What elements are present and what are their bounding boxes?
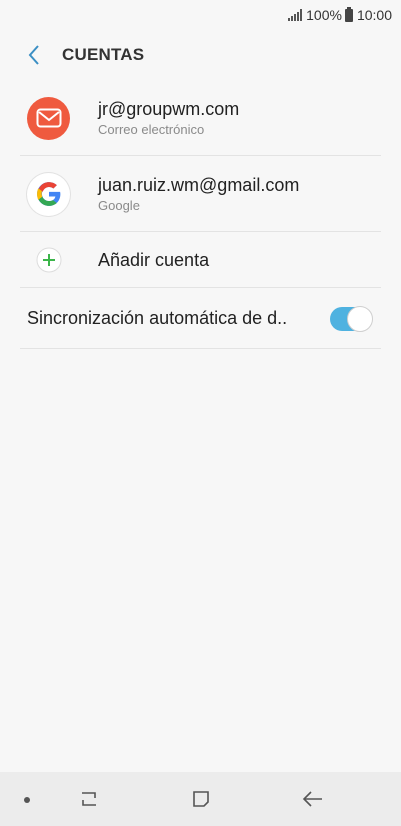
account-type: Google (98, 197, 140, 213)
account-address: juan.ruiz.wm@gmail.com (98, 174, 300, 195)
add-account-row[interactable]: Añadir cuenta (0, 232, 401, 288)
signal-icon (288, 9, 303, 21)
email-icon (27, 96, 70, 140)
app-header: CUENTAS (0, 30, 401, 80)
plus-icon (27, 247, 70, 273)
account-address: jr@groupwm.com (98, 98, 240, 119)
chevron-left-icon (28, 45, 39, 65)
account-text: juan.ruiz.wm@gmail.com Google (98, 174, 299, 215)
back-nav-button[interactable] (296, 784, 330, 814)
back-button[interactable] (14, 35, 54, 75)
clock: 10:00 (356, 7, 392, 23)
arrow-left-icon (302, 791, 322, 807)
add-account-label: Añadir cuenta (98, 249, 210, 270)
divider (20, 348, 381, 349)
auto-sync-row[interactable]: Sincronización automática de d.. (0, 288, 401, 349)
battery-percent: 100% (306, 7, 342, 23)
toggle-knob (347, 305, 373, 332)
account-type: Correo electrónico (98, 121, 205, 137)
battery-icon (344, 6, 353, 22)
auto-sync-toggle[interactable] (330, 305, 373, 332)
auto-sync-label: Sincronización automática de d.. (27, 308, 288, 328)
account-text: jr@groupwm.com Correo electrónico (98, 98, 239, 139)
home-icon (193, 791, 209, 807)
page-title: CUENTAS (62, 45, 145, 64)
recents-icon (82, 792, 96, 806)
home-button[interactable] (184, 784, 218, 814)
navigation-bar (0, 772, 401, 826)
google-icon (27, 172, 70, 216)
nav-dot-icon[interactable] (24, 797, 30, 803)
recents-button[interactable] (72, 784, 106, 814)
account-row-google[interactable]: juan.ruiz.wm@gmail.com Google (0, 156, 401, 232)
screen: 100% 10:00 CUENTAS jr@groupwm.com Correo… (0, 0, 401, 826)
status-bar: 100% 10:00 (0, 0, 401, 30)
accounts-list: jr@groupwm.com Correo electrónico juan.r… (0, 80, 401, 349)
account-row-email[interactable]: jr@groupwm.com Correo electrónico (0, 80, 401, 156)
